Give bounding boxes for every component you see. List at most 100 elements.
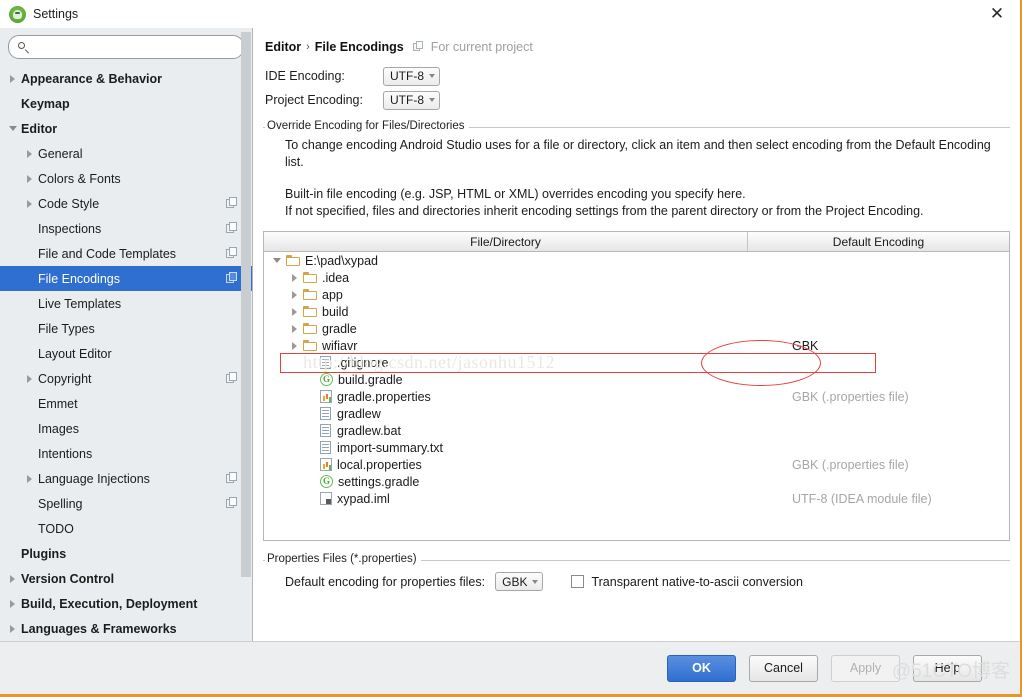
sidebar-item-file-types[interactable]: File Types [0, 316, 252, 341]
sidebar-item-layout-editor[interactable]: Layout Editor [0, 341, 252, 366]
sidebar-item-label: Live Templates [38, 296, 122, 311]
table-row[interactable]: gradlew [264, 405, 1009, 422]
chevron-right-icon[interactable] [285, 290, 303, 299]
chevron-right-icon[interactable] [4, 591, 21, 616]
file-name-cell[interactable]: E:\pad\xypad [264, 254, 748, 268]
table-row[interactable]: xypad.iml UTF-8 (IDEA module file) [264, 490, 1009, 507]
sidebar-item-editor[interactable]: Editor [0, 116, 252, 141]
file-encoding-cell[interactable]: GBK (.properties file) [748, 458, 1009, 472]
sidebar-item-label: Keymap [21, 96, 70, 111]
sidebar-item-label: File Types [38, 321, 95, 336]
override-description: To change encoding Android Studio uses f… [263, 129, 1010, 220]
chevron-right-icon[interactable] [285, 307, 303, 316]
file-name-cell[interactable]: wifiavr [264, 339, 748, 353]
table-row[interactable]: .gitignore [264, 354, 1009, 371]
sidebar-item-live-templates[interactable]: Live Templates [0, 291, 252, 316]
project-encoding-value: UTF-8 [390, 93, 424, 107]
table-row[interactable]: Gsettings.gradle [264, 473, 1009, 490]
file-name: .idea [322, 270, 350, 285]
file-name-cell[interactable]: gradlew [264, 407, 748, 421]
chevron-right-icon[interactable] [4, 66, 21, 91]
sidebar-item-inspections[interactable]: Inspections [0, 216, 252, 241]
sidebar-item-colors-fonts[interactable]: Colors & Fonts [0, 166, 252, 191]
search-container [0, 28, 252, 65]
table-body[interactable]: E:\pad\xypad .idea app build gradle wifiavr GB… [264, 252, 1009, 540]
sidebar-item-images[interactable]: Images [0, 416, 252, 441]
breadcrumb-parent[interactable]: Editor [265, 40, 301, 54]
file-name-cell[interactable]: gradle [264, 322, 748, 336]
sidebar-item-code-style[interactable]: Code Style [0, 191, 252, 216]
sidebar-item-plugins[interactable]: Plugins [0, 541, 252, 566]
table-row[interactable]: gradle.properties GBK (.properties file) [264, 388, 1009, 405]
table-row[interactable]: Gbuild.gradle [264, 371, 1009, 388]
android-studio-icon [9, 5, 26, 23]
chevron-right-icon[interactable] [21, 141, 38, 166]
chevron-right-icon[interactable] [21, 191, 38, 216]
table-row[interactable]: app [264, 286, 1009, 303]
chevron-right-icon[interactable] [21, 366, 38, 391]
cancel-button[interactable]: Cancel [749, 654, 818, 682]
help-button[interactable]: Help [913, 654, 982, 682]
table-row[interactable]: wifiavr GBK [264, 337, 1009, 354]
chevron-right-icon[interactable] [21, 166, 38, 191]
table-row[interactable]: import-summary.txt [264, 439, 1009, 456]
table-row[interactable]: E:\pad\xypad [264, 252, 1009, 269]
chevron-right-icon[interactable] [285, 273, 303, 282]
file-name-cell[interactable]: build [264, 305, 748, 319]
file-name-cell[interactable]: app [264, 288, 748, 302]
sidebar-scrollbar-thumb[interactable] [241, 32, 251, 577]
sidebar-item-appearance-behavior[interactable]: Appearance & Behavior [0, 66, 252, 91]
table-row[interactable]: build [264, 303, 1009, 320]
file-name-cell[interactable]: xypad.iml [264, 492, 748, 506]
ok-button[interactable]: OK [667, 654, 736, 682]
file-name-cell[interactable]: gradle.properties [264, 390, 748, 404]
file-name-cell[interactable]: .gitignore [264, 356, 748, 370]
table-row[interactable]: gradlew.bat [264, 422, 1009, 439]
table-row[interactable]: gradle [264, 320, 1009, 337]
sidebar-item-copyright[interactable]: Copyright [0, 366, 252, 391]
sidebar-item-spelling[interactable]: Spelling [0, 491, 252, 516]
file-name-cell[interactable]: gradlew.bat [264, 424, 748, 438]
file-name-cell[interactable]: local.properties [264, 458, 748, 472]
sidebar-item-language-injections[interactable]: Language Injections [0, 466, 252, 491]
file-name-cell[interactable]: import-summary.txt [264, 441, 748, 455]
file-encoding-cell[interactable]: GBK (.properties file) [748, 390, 1009, 404]
file-name-cell[interactable]: Gsettings.gradle [264, 475, 748, 489]
close-icon[interactable]: ✕ [986, 3, 1008, 25]
sidebar-item-keymap[interactable]: Keymap [0, 91, 252, 116]
sidebar-item-version-control[interactable]: Version Control [0, 566, 252, 591]
search-input[interactable] [30, 39, 235, 55]
sidebar-item-file-and-code-templates[interactable]: File and Code Templates [0, 241, 252, 266]
sidebar-item-emmet[interactable]: Emmet [0, 391, 252, 416]
sidebar-item-file-encodings[interactable]: File Encodings [0, 266, 252, 291]
sidebar-item-intentions[interactable]: Intentions [0, 441, 252, 466]
table-row[interactable]: local.properties GBK (.properties file) [264, 456, 1009, 473]
chevron-right-icon[interactable] [21, 466, 38, 491]
transparent-conversion-checkbox[interactable] [571, 575, 585, 588]
ide-encoding-label: IDE Encoding: [265, 69, 345, 83]
sidebar-item-languages-frameworks[interactable]: Languages & Frameworks [0, 616, 252, 641]
chevron-down-icon[interactable] [4, 116, 21, 141]
project-encoding-dropdown[interactable]: UTF-8 [383, 90, 440, 110]
sidebar-item-build-execution-deployment[interactable]: Build, Execution, Deployment [0, 591, 252, 616]
table-row[interactable]: .idea [264, 269, 1009, 286]
file-name-cell[interactable]: Gbuild.gradle [264, 373, 748, 387]
search-box[interactable] [8, 35, 244, 59]
column-header-file-directory[interactable]: File/Directory [264, 232, 748, 251]
chevron-right-icon[interactable] [285, 341, 303, 350]
chevron-right-icon[interactable] [4, 566, 21, 591]
sidebar-scrollbar[interactable] [241, 28, 251, 641]
transparent-conversion-checkbox-row[interactable]: Transparent native-to-ascii conversion [571, 575, 803, 589]
file-encoding-cell[interactable]: UTF-8 (IDEA module file) [748, 492, 1009, 506]
ide-encoding-dropdown[interactable]: UTF-8 [383, 66, 440, 86]
chevron-right-icon[interactable] [4, 616, 21, 641]
sidebar-item-general[interactable]: General [0, 141, 252, 166]
file-encoding-cell[interactable]: GBK [748, 339, 1009, 353]
column-header-default-encoding[interactable]: Default Encoding [748, 232, 1009, 251]
chevron-right-icon[interactable] [285, 324, 303, 333]
settings-tree[interactable]: Appearance & Behavior Keymap Editor General… [0, 65, 252, 641]
sidebar-item-todo[interactable]: TODO [0, 516, 252, 541]
properties-encoding-dropdown[interactable]: GBK [495, 572, 544, 591]
chevron-down-icon[interactable] [268, 258, 286, 263]
file-name-cell[interactable]: .idea [264, 271, 748, 285]
